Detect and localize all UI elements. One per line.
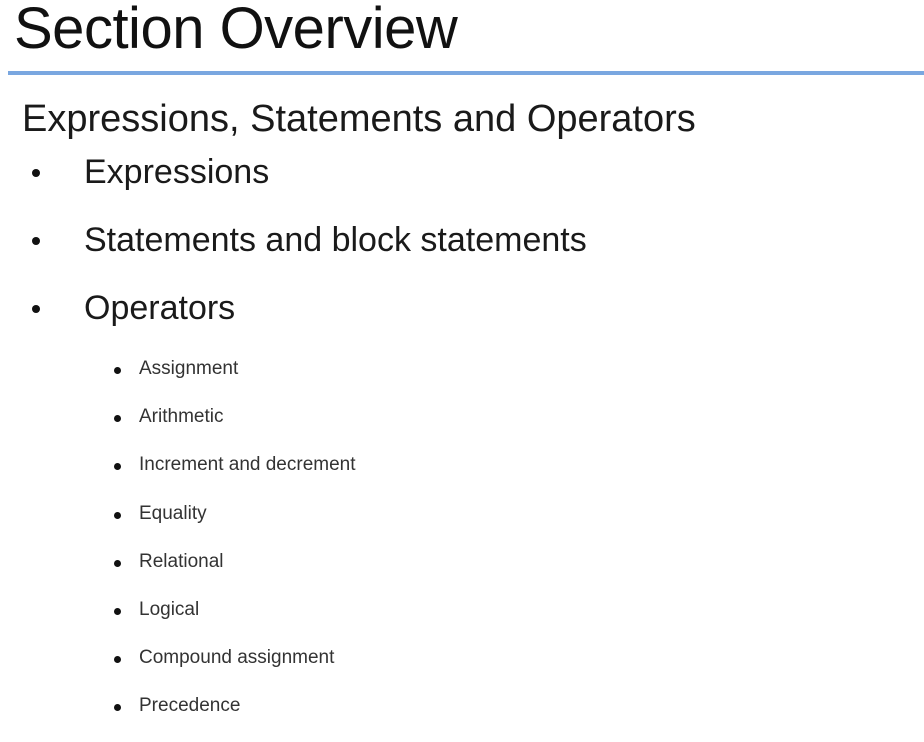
bullet-dot-icon [32, 237, 40, 245]
bullet-dot-icon [114, 560, 121, 567]
bullet-dot-icon [114, 656, 121, 663]
slide-title: Section Overview [14, 0, 458, 61]
sub-bullet-text: Relational [139, 551, 224, 572]
sub-bullet-text: Equality [139, 503, 207, 524]
bullet-text: Expressions [84, 153, 270, 191]
sub-bullet-text: Compound assignment [139, 647, 335, 668]
bullet-dot-icon [114, 608, 121, 615]
sub-bullet-text: Logical [139, 599, 200, 620]
title-divider [8, 71, 924, 75]
bullet-dot-icon [32, 169, 40, 177]
sub-bullet-text: Increment and decrement [139, 454, 356, 475]
bullet-dot-icon [114, 367, 121, 374]
bullet-dot-icon [114, 512, 121, 519]
sub-bullet-text: Assignment [139, 358, 239, 379]
bullet-text: Statements and block statements [84, 221, 587, 259]
bullet-dot-icon [32, 305, 40, 313]
bullet-text: Operators [84, 289, 236, 327]
bullet-dot-icon [114, 463, 121, 470]
bullet-dot-icon [114, 704, 121, 711]
slide-subtitle: Expressions, Statements and Operators [22, 98, 696, 140]
sub-bullet-text: Precedence [139, 695, 241, 716]
sub-bullet-text: Arithmetic [139, 406, 224, 427]
bullet-dot-icon [114, 415, 121, 422]
